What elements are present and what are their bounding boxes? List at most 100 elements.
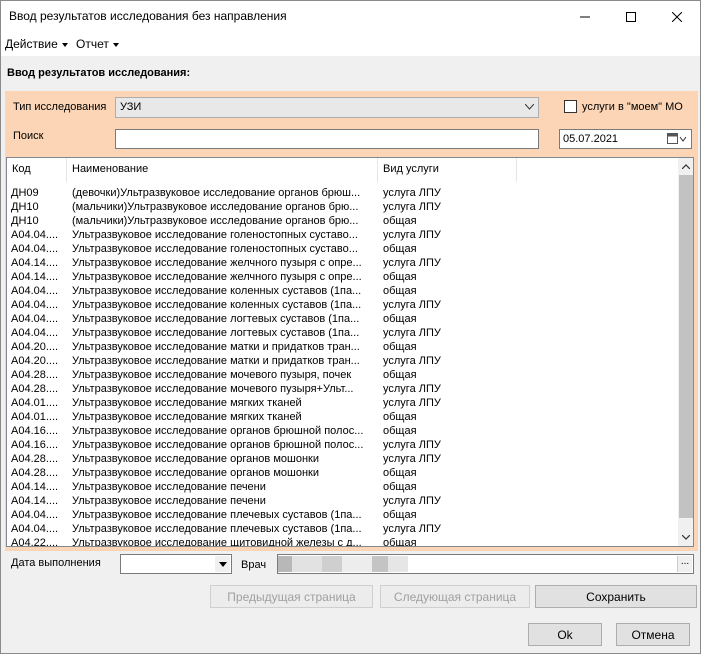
cell-code: A04.14....	[11, 495, 59, 507]
cell-type: услуга ЛПУ	[383, 495, 441, 507]
redaction-block	[342, 556, 372, 572]
table-row[interactable]: A04.04.... Ультразвуковое исследование ко…	[7, 298, 677, 312]
cell-type: общая	[383, 537, 417, 547]
study-type-label: Тип исследования	[13, 101, 107, 113]
table-row[interactable]: A04.28.... Ультразвуковое исследование мо…	[7, 382, 677, 396]
table-row[interactable]: A04.04.... Ультразвуковое исследование пл…	[7, 522, 677, 536]
cell-type: общая	[383, 481, 417, 493]
redaction-block	[372, 556, 388, 572]
table-row[interactable]: A04.16.... Ультразвуковое исследование ор…	[7, 424, 677, 438]
cell-name: Ультразвуковое исследование коленных сус…	[72, 299, 362, 311]
cell-name: Ультразвуковое исследование щитовидной ж…	[72, 537, 362, 547]
menu-action[interactable]: Действие	[5, 37, 68, 51]
table-row[interactable]: A04.20.... Ультразвуковое исследование ма…	[7, 354, 677, 368]
cell-type: общая	[383, 509, 417, 521]
study-type-select[interactable]: УЗИ	[115, 97, 539, 118]
maximize-button[interactable]	[608, 1, 654, 32]
table-row[interactable]: A04.14.... Ультразвуковое исследование пе…	[7, 494, 677, 508]
redaction-block	[322, 556, 342, 572]
cell-name: Ультразвуковое исследование коленных сус…	[72, 285, 362, 297]
menu-report-label: Отчет	[76, 37, 109, 51]
cell-type: услуга ЛПУ	[383, 439, 441, 451]
table-row[interactable]: ДН10 (мальчики)Ультразвуковое исследовани…	[7, 214, 677, 228]
column-header-name[interactable]: Наименование	[67, 158, 378, 182]
table-header: Код Наименование Вид услуги	[7, 158, 677, 182]
menu-report[interactable]: Отчет	[76, 37, 119, 51]
table-row[interactable]: A04.16.... Ультразвуковое исследование ор…	[7, 438, 677, 452]
cell-code: A04.20....	[11, 355, 59, 367]
cell-type: общая	[383, 215, 417, 227]
cell-type: общая	[383, 467, 417, 479]
maximize-icon	[626, 11, 636, 22]
redaction-block	[388, 556, 408, 572]
scroll-down-button[interactable]	[678, 529, 693, 546]
cell-code: A04.04....	[11, 285, 59, 297]
execution-date-dropdown[interactable]	[215, 556, 230, 572]
execution-date-select[interactable]	[120, 554, 232, 574]
my-mo-checkbox[interactable]	[564, 100, 577, 113]
chevron-down-icon	[682, 535, 690, 540]
search-input[interactable]	[115, 129, 539, 149]
table-row[interactable]: A04.28.... Ультразвуковое исследование ор…	[7, 466, 677, 480]
cell-type: услуга ЛПУ	[383, 187, 441, 199]
table-row[interactable]: A04.04.... Ультразвуковое исследование ло…	[7, 326, 677, 340]
cell-type: услуга ЛПУ	[383, 257, 441, 269]
minimize-button[interactable]	[562, 1, 608, 32]
scroll-thumb[interactable]	[679, 175, 693, 518]
table-row[interactable]: A04.14.... Ультразвуковое исследование же…	[7, 270, 677, 284]
execution-date-label: Дата выполнения	[11, 557, 101, 569]
vertical-scrollbar[interactable]	[678, 158, 693, 546]
cell-name: Ультразвуковое исследование плечевых сус…	[72, 523, 362, 535]
cell-code: A04.22....	[11, 537, 59, 547]
dialog-window: Ввод результатов исследования без направ…	[0, 0, 701, 654]
cell-name: Ультразвуковое исследование органов брюш…	[72, 439, 364, 451]
table-row[interactable]: A04.28.... Ультразвуковое исследование ор…	[7, 452, 677, 466]
cell-type: общая	[383, 285, 417, 297]
cell-code: A04.14....	[11, 257, 59, 269]
study-date-field[interactable]: 05.07.2021	[559, 129, 692, 149]
table-row[interactable]: A04.01.... Ультразвуковое исследование мя…	[7, 396, 677, 410]
cell-type: общая	[383, 425, 417, 437]
save-button[interactable]: Сохранить	[535, 585, 697, 608]
cell-code: A04.28....	[11, 467, 59, 479]
table-row[interactable]: A04.04.... Ультразвуковое исследование ло…	[7, 312, 677, 326]
redaction-block	[278, 556, 292, 572]
table-row[interactable]: ДН10 (мальчики)Ультразвуковое исследовани…	[7, 200, 677, 214]
table-row[interactable]: A04.04.... Ультразвуковое исследование ко…	[7, 284, 677, 298]
ok-button[interactable]: Ok	[528, 623, 602, 646]
doctor-lookup-button[interactable]: ...	[677, 556, 692, 572]
table-row[interactable]: ДН09 (девочки)Ультразвуковое исследование…	[7, 186, 677, 200]
table-row[interactable]: A04.28.... Ультразвуковое исследование мо…	[7, 368, 677, 382]
cell-name: Ультразвуковое исследование голеностопны…	[72, 243, 358, 255]
prev-page-button[interactable]: Предыдущая страница	[210, 585, 373, 608]
cancel-button[interactable]: Отмена	[616, 623, 690, 646]
cell-name: Ультразвуковое исследование мягких ткане…	[72, 397, 302, 409]
cell-type: услуга ЛПУ	[383, 327, 441, 339]
menu-action-label: Действие	[5, 37, 58, 51]
doctor-field[interactable]: ...	[277, 554, 694, 574]
scroll-up-button[interactable]	[678, 158, 693, 175]
table-row[interactable]: A04.20.... Ультразвуковое исследование ма…	[7, 340, 677, 354]
column-header-code[interactable]: Код	[7, 158, 67, 182]
table-row[interactable]: A04.14.... Ультразвуковое исследование пе…	[7, 480, 677, 494]
table-row[interactable]: A04.01.... Ультразвуковое исследование мя…	[7, 410, 677, 424]
table-row[interactable]: A04.04.... Ультразвуковое исследование пл…	[7, 508, 677, 522]
caret-down-icon	[218, 561, 227, 567]
cell-code: A04.14....	[11, 271, 59, 283]
column-header-type[interactable]: Вид услуги	[378, 158, 517, 182]
table-row[interactable]: A04.22.... Ультразвуковое исследование щи…	[7, 536, 677, 547]
cell-name: (девочки)Ультразвуковое исследование орг…	[72, 187, 361, 199]
cell-code: A04.04....	[11, 327, 59, 339]
calendar-icon[interactable]	[667, 133, 687, 145]
my-mo-label: услуги в "моем" МО	[582, 101, 683, 113]
cell-code: A04.20....	[11, 341, 59, 353]
cell-code: A04.28....	[11, 369, 59, 381]
table-row[interactable]: A04.14.... Ультразвуковое исследование же…	[7, 256, 677, 270]
cell-type: общая	[383, 271, 417, 283]
table-row[interactable]: A04.04.... Ультразвуковое исследование го…	[7, 228, 677, 242]
cell-code: A04.16....	[11, 425, 59, 437]
chevron-up-icon	[682, 164, 690, 169]
close-button[interactable]	[654, 1, 700, 32]
table-row[interactable]: A04.04.... Ультразвуковое исследование го…	[7, 242, 677, 256]
next-page-button[interactable]: Следующая страница	[380, 585, 530, 608]
